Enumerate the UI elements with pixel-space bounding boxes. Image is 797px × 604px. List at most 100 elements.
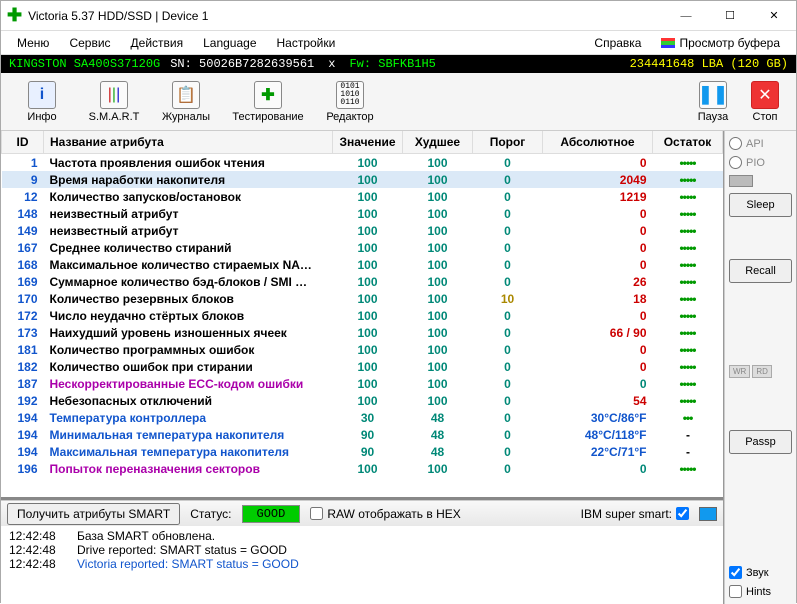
- tab-smart[interactable]: |||S.M.A.R.T: [79, 76, 149, 128]
- cell-abs: 1219: [543, 188, 653, 205]
- cell-remain: •••••: [653, 256, 723, 273]
- sleep-button[interactable]: Sleep: [729, 193, 792, 217]
- smart-table-wrap[interactable]: ID Название атрибута Значение Худшее Пор…: [1, 131, 723, 500]
- cell-name: Наихудший уровень изношенных ячеек: [44, 324, 333, 341]
- table-row[interactable]: 181Количество программных ошибок10010000…: [2, 341, 723, 358]
- cell-thresh: 0: [473, 171, 543, 188]
- cell-value: 100: [333, 358, 403, 375]
- raw-hex-checkbox[interactable]: RAW отображать в HEX: [310, 507, 460, 521]
- cell-worst: 100: [403, 256, 473, 273]
- table-row[interactable]: 172Число неудачно стёртых блоков10010000…: [2, 307, 723, 324]
- cell-value: 100: [333, 154, 403, 172]
- log-msg: Victoria reported: SMART status = GOOD: [77, 557, 299, 571]
- table-row[interactable]: 12Количество запусков/остановок100100012…: [2, 188, 723, 205]
- cell-worst: 100: [403, 358, 473, 375]
- blue-indicator: [699, 507, 717, 521]
- tab-info[interactable]: iИнфо: [7, 76, 77, 128]
- table-row[interactable]: 194Максимальная температура накопителя90…: [2, 443, 723, 460]
- log-pane[interactable]: 12:42:48База SMART обновлена.12:42:48Dri…: [1, 526, 723, 604]
- cell-value: 30: [333, 409, 403, 426]
- cell-value: 100: [333, 392, 403, 409]
- cell-id: 192: [2, 392, 44, 409]
- sn-close-icon[interactable]: x: [324, 57, 339, 71]
- tab-journals[interactable]: 📋Журналы: [151, 76, 221, 128]
- menu-buffer-view[interactable]: Просмотр буфера: [651, 33, 790, 53]
- table-row[interactable]: 196Попыток переназначения секторов100100…: [2, 460, 723, 477]
- cell-id: 194: [2, 443, 44, 460]
- table-row[interactable]: 194Температура контроллера3048030°C/86°F…: [2, 409, 723, 426]
- col-remain[interactable]: Остаток: [653, 131, 723, 154]
- table-row[interactable]: 9Время наработки накопителя10010002049••…: [2, 171, 723, 188]
- toolbar: iИнфо |||S.M.A.R.T 📋Журналы ✚Тестировани…: [1, 73, 796, 131]
- cell-value: 100: [333, 341, 403, 358]
- hints-checkbox[interactable]: Hints: [729, 585, 792, 598]
- editor-icon: 010110100110: [336, 81, 364, 109]
- pause-button[interactable]: ❚❚Пауза: [688, 76, 738, 128]
- table-row[interactable]: 148неизвестный атрибут10010000•••••: [2, 205, 723, 222]
- cell-thresh: 0: [473, 273, 543, 290]
- smart-icon: |||: [100, 81, 128, 109]
- cell-thresh: 0: [473, 341, 543, 358]
- radio-pio[interactable]: PIO: [729, 156, 792, 169]
- menu-settings[interactable]: Настройки: [267, 33, 346, 53]
- cell-worst: 100: [403, 205, 473, 222]
- app-icon: ✚: [7, 5, 22, 26]
- menu-help[interactable]: Справка: [584, 33, 651, 53]
- table-row[interactable]: 149неизвестный атрибут10010000•••••: [2, 222, 723, 239]
- cell-worst: 100: [403, 154, 473, 172]
- table-row[interactable]: 194Минимальная температура накопителя904…: [2, 426, 723, 443]
- menu-main[interactable]: Меню: [7, 33, 59, 53]
- table-row[interactable]: 192Небезопасных отключений100100054•••••: [2, 392, 723, 409]
- cell-worst: 100: [403, 171, 473, 188]
- col-name[interactable]: Название атрибута: [44, 131, 333, 154]
- plus-icon: ✚: [254, 81, 282, 109]
- table-row[interactable]: 169Суммарное количество бэд-блоков / SMI…: [2, 273, 723, 290]
- menu-actions[interactable]: Действия: [121, 33, 194, 53]
- cell-name: Температура контроллера: [44, 409, 333, 426]
- cell-abs: 0: [543, 239, 653, 256]
- close-button[interactable]: ✕: [752, 2, 796, 30]
- cell-remain: •••••: [653, 154, 723, 172]
- passp-button[interactable]: Passp: [729, 430, 792, 454]
- maximize-button[interactable]: ☐: [708, 2, 752, 30]
- cell-remain: •••••: [653, 392, 723, 409]
- menu-language[interactable]: Language: [193, 33, 266, 53]
- table-row[interactable]: 1Частота проявления ошибок чтения1001000…: [2, 154, 723, 172]
- cell-id: 196: [2, 460, 44, 477]
- cell-abs: 30°C/86°F: [543, 409, 653, 426]
- cell-remain: •••••: [653, 375, 723, 392]
- cell-name: Максимальная температура накопителя: [44, 443, 333, 460]
- table-row[interactable]: 173Наихудший уровень изношенных ячеек100…: [2, 324, 723, 341]
- tab-editor[interactable]: 010110100110Редактор: [315, 76, 385, 128]
- stop-button[interactable]: ✕Стоп: [740, 76, 790, 128]
- minimize-button[interactable]: —: [664, 2, 708, 30]
- cell-worst: 100: [403, 375, 473, 392]
- menu-service[interactable]: Сервис: [59, 33, 120, 53]
- col-abs[interactable]: Абсолютное: [543, 131, 653, 154]
- drive-sn: SN: 50026B7282639561: [170, 57, 314, 71]
- cell-thresh: 0: [473, 205, 543, 222]
- cell-worst: 100: [403, 341, 473, 358]
- col-worst[interactable]: Худшее: [403, 131, 473, 154]
- cell-id: 148: [2, 205, 44, 222]
- ibm-smart-checkbox[interactable]: IBM super smart:: [581, 507, 689, 521]
- recall-button[interactable]: Recall: [729, 259, 792, 283]
- radio-api[interactable]: API: [729, 137, 792, 150]
- wr-tag: WR: [729, 365, 750, 378]
- table-row[interactable]: 167Среднее количество стираний10010000••…: [2, 239, 723, 256]
- cell-thresh: 0: [473, 426, 543, 443]
- col-value[interactable]: Значение: [333, 131, 403, 154]
- cell-abs: 0: [543, 256, 653, 273]
- tab-testing[interactable]: ✚Тестирование: [223, 76, 313, 128]
- col-thresh[interactable]: Порог: [473, 131, 543, 154]
- table-row[interactable]: 170Количество резервных блоков1001001018…: [2, 290, 723, 307]
- sound-checkbox[interactable]: Звук: [729, 566, 792, 579]
- table-row[interactable]: 168Максимальное количество стираемых NA……: [2, 256, 723, 273]
- table-row[interactable]: 187Нескорректированные ECC-кодом ошибки1…: [2, 375, 723, 392]
- cell-name: неизвестный атрибут: [44, 222, 333, 239]
- col-id[interactable]: ID: [2, 131, 44, 154]
- table-row[interactable]: 182Количество ошибок при стирании1001000…: [2, 358, 723, 375]
- log-msg: База SMART обновлена.: [77, 529, 215, 543]
- get-smart-button[interactable]: Получить атрибуты SMART: [7, 503, 180, 525]
- cell-worst: 100: [403, 239, 473, 256]
